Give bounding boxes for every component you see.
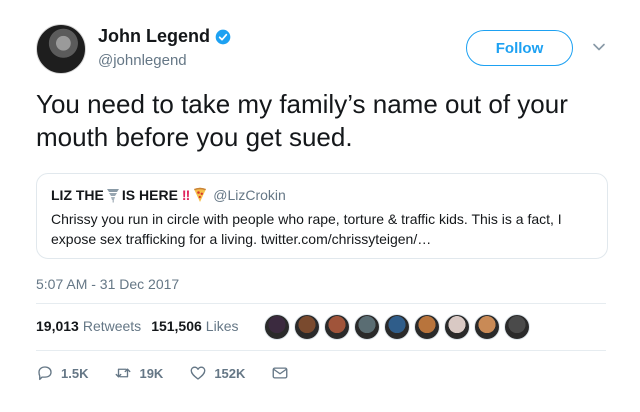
retweets-label[interactable]: Retweets xyxy=(83,318,141,334)
author-avatar[interactable] xyxy=(36,24,86,74)
divider xyxy=(36,350,606,351)
divider xyxy=(36,303,606,304)
likes-count[interactable]: 151,506 xyxy=(151,318,202,334)
follow-button[interactable]: Follow xyxy=(466,30,573,66)
quoted-author-handle[interactable]: @LizCrokin xyxy=(213,187,286,203)
quoted-tweet[interactable]: LIZ THE IS HERE !! @LizCrokin Chrissy yo… xyxy=(36,173,608,259)
reply-count: 1.5K xyxy=(61,365,89,381)
engagement-stats: 19,013 Retweets 151,506 Likes xyxy=(36,318,248,334)
chevron-down-icon[interactable] xyxy=(592,40,606,54)
retweets-count[interactable]: 19,013 xyxy=(36,318,79,334)
liker-avatar[interactable] xyxy=(444,314,470,340)
author-name[interactable]: John Legend xyxy=(98,26,210,47)
verified-badge-icon xyxy=(215,29,231,44)
quoted-tweet-text: Chrissy you run in circle with people wh… xyxy=(51,211,562,247)
liker-avatar[interactable] xyxy=(294,314,320,340)
tweet-text: You need to take my family’s name out of… xyxy=(36,89,568,152)
double-exclamation-icon: !! xyxy=(181,187,190,203)
like-button[interactable]: 152K xyxy=(189,364,245,382)
like-count: 152K xyxy=(214,365,246,381)
quoted-tweet-header: LIZ THE IS HERE !! @LizCrokin xyxy=(51,187,286,203)
liker-avatar[interactable] xyxy=(414,314,440,340)
quoted-author-name-part2: IS HERE xyxy=(121,187,178,203)
likers-avatars xyxy=(264,314,534,340)
liker-avatar[interactable] xyxy=(384,314,410,340)
retweet-button[interactable]: 19K xyxy=(114,364,163,382)
tweet-actions: 1.5K 19K 152K xyxy=(36,364,322,382)
reply-icon xyxy=(38,366,52,381)
quoted-author-name-part1: LIZ THE xyxy=(51,187,104,203)
reply-button[interactable]: 1.5K xyxy=(36,364,88,382)
envelope-icon xyxy=(272,367,288,379)
author-name-row: John Legend xyxy=(98,26,231,47)
tweet-header: John Legend @johnlegend Follow xyxy=(36,22,616,78)
liker-avatar[interactable] xyxy=(264,314,290,340)
heart-icon xyxy=(190,366,206,380)
retweet-icon xyxy=(116,368,131,378)
liker-avatar[interactable] xyxy=(504,314,530,340)
liker-avatar[interactable] xyxy=(354,314,380,340)
retweet-count: 19K xyxy=(139,365,164,381)
liker-avatar[interactable] xyxy=(474,314,500,340)
author-handle[interactable]: @johnlegend xyxy=(98,52,187,69)
liker-avatar[interactable] xyxy=(324,314,350,340)
direct-message-button[interactable] xyxy=(271,364,296,382)
likes-label[interactable]: Likes xyxy=(206,318,239,334)
tweet-timestamp[interactable]: 5:07 AM - 31 Dec 2017 xyxy=(36,276,179,292)
tornado-icon xyxy=(106,189,119,203)
pizza-icon xyxy=(194,187,207,202)
